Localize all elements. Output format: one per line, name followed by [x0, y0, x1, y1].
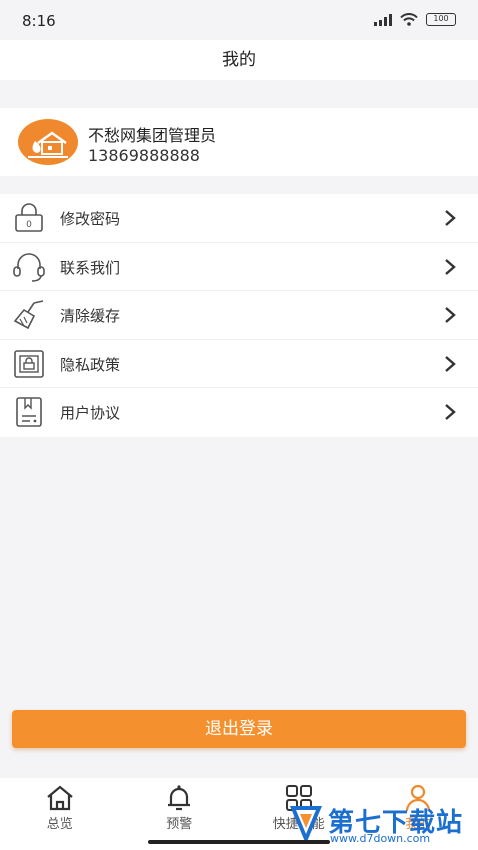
status-time: 8:16 — [22, 12, 56, 30]
bell-icon — [168, 785, 191, 811]
privacy-icon — [14, 349, 44, 378]
profile-phone: 13869888888 — [88, 146, 200, 165]
battery-icon: 100 — [426, 13, 456, 26]
chevron-right-icon — [445, 258, 456, 275]
watermark-url: www.d7down.com — [330, 832, 431, 845]
menu-item-label: 用户协议 — [60, 404, 121, 422]
logout-button[interactable]: 退出登录 — [12, 710, 466, 748]
tab-overview[interactable]: 总览 — [0, 778, 120, 850]
svg-text:0: 0 — [26, 220, 32, 230]
profile-card[interactable]: 不愁网集团管理员 13869888888 — [0, 108, 478, 176]
wifi-icon — [400, 13, 418, 26]
headset-icon — [13, 252, 45, 282]
avatar — [18, 119, 78, 165]
home-icon — [47, 785, 73, 811]
chevron-right-icon — [445, 210, 456, 226]
menu-item-user-agreement[interactable]: 用户协议 — [0, 388, 478, 437]
chevron-right-icon — [445, 307, 456, 323]
settings-menu: 0 修改密码 联系我们 清除缓存 隐私政策 用户协议 — [0, 194, 478, 437]
page-title: 我的 — [222, 50, 256, 70]
broom-icon — [13, 300, 44, 330]
status-bar: 8:16 100 — [0, 0, 478, 40]
agreement-icon — [16, 397, 42, 427]
tab-label: 总览 — [46, 817, 73, 832]
house-logo-icon — [28, 131, 68, 158]
menu-item-clear-cache[interactable]: 清除缓存 — [0, 291, 478, 340]
status-icons: 100 — [374, 13, 456, 26]
header: 我的 — [0, 40, 478, 80]
menu-item-privacy-policy[interactable]: 隐私政策 — [0, 340, 478, 388]
menu-item-contact-us[interactable]: 联系我们 — [0, 243, 478, 291]
profile-name: 不愁网集团管理员 — [88, 126, 217, 145]
lock-icon: 0 — [15, 203, 43, 232]
home-indicator — [148, 840, 330, 844]
tab-label: 预警 — [166, 817, 193, 832]
menu-item-label: 清除缓存 — [60, 307, 121, 325]
chevron-right-icon — [445, 404, 456, 420]
menu-item-label: 隐私政策 — [60, 355, 121, 374]
menu-item-change-password[interactable]: 0 修改密码 — [0, 194, 478, 243]
signal-icon — [374, 13, 392, 26]
menu-item-label: 联系我们 — [60, 258, 121, 277]
chevron-right-icon — [445, 355, 456, 372]
menu-item-label: 修改密码 — [60, 210, 121, 228]
